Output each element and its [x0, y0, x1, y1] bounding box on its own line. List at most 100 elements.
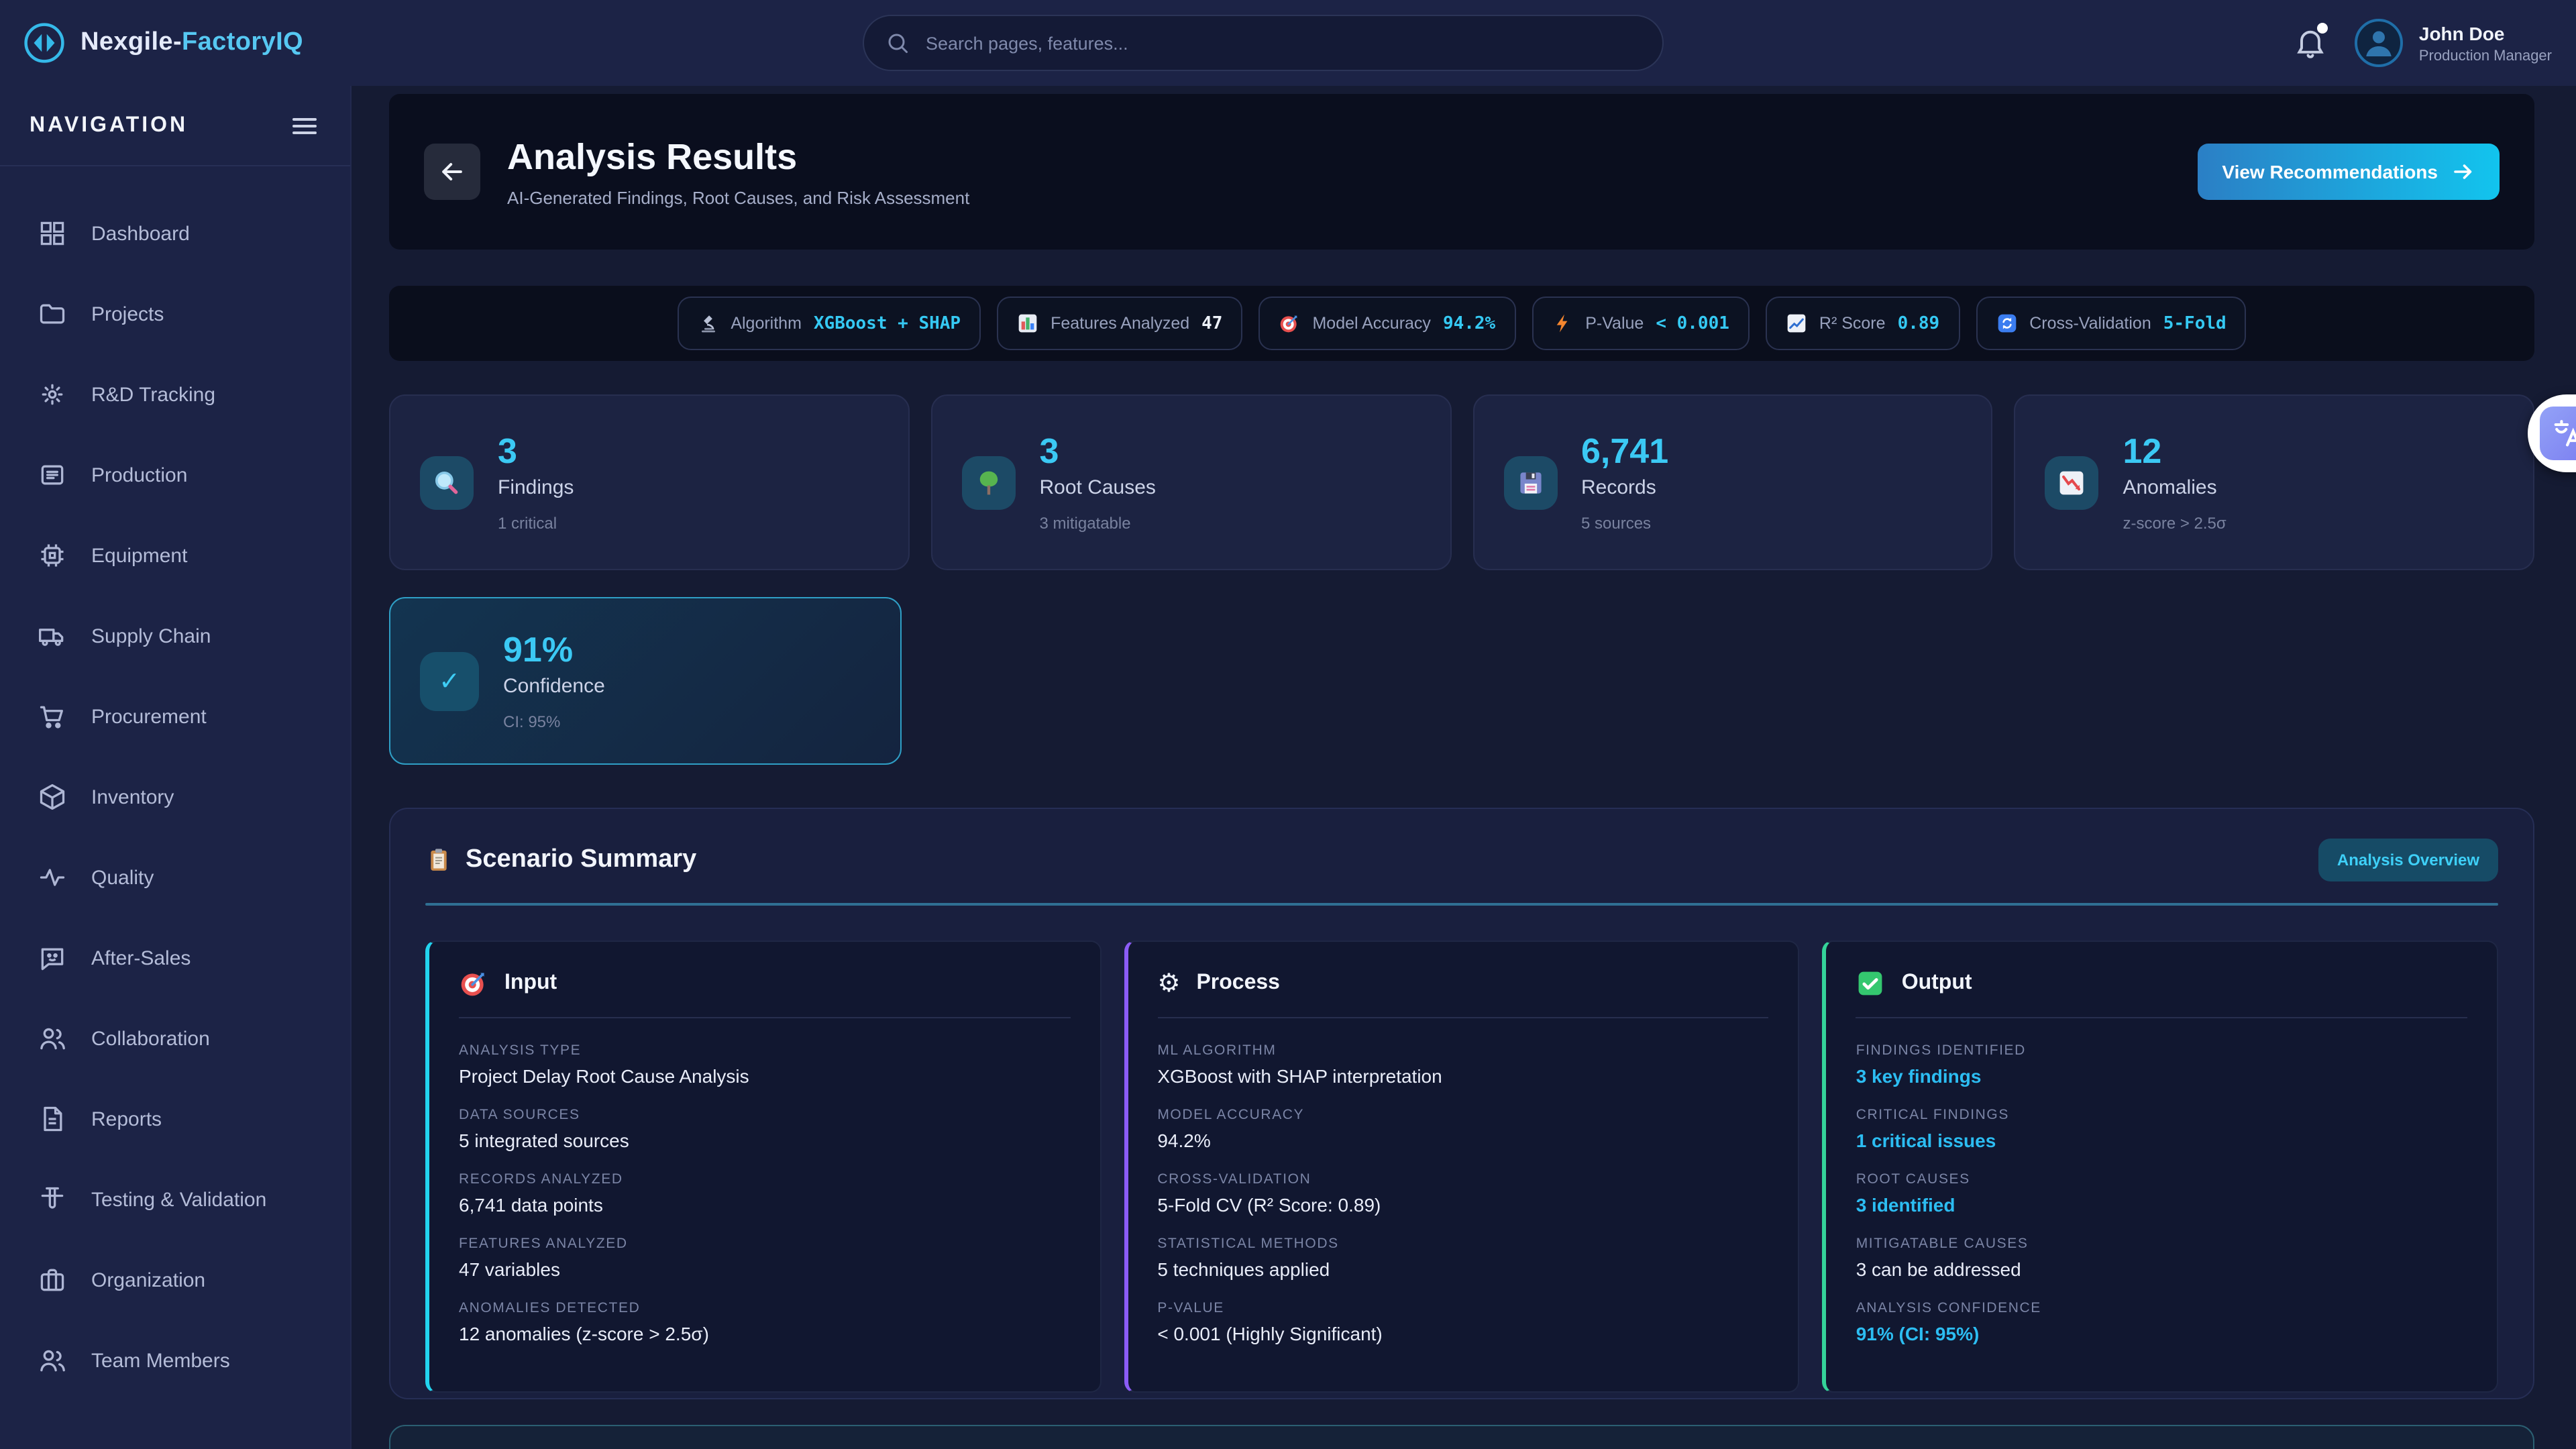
- divider: [1157, 1017, 1768, 1018]
- chip-label: Algorithm: [731, 314, 802, 333]
- sidebar-item-collaboration[interactable]: Collaboration: [0, 998, 350, 1079]
- brand-logo[interactable]: Nexgile-FactoryIQ: [0, 20, 598, 66]
- user-role: Production Manager: [2419, 48, 2552, 64]
- sidebar-item-procurement[interactable]: Procurement: [0, 676, 350, 757]
- scenario-title: Scenario Summary: [466, 845, 696, 875]
- field-value: 3 identified: [1856, 1194, 2467, 1216]
- chart-up-icon: [1786, 313, 1807, 334]
- bar-chart-icon: [1017, 313, 1038, 334]
- field-label: ANALYSIS TYPE: [459, 1042, 1070, 1059]
- chip-value: < 0.001: [1656, 313, 1729, 333]
- sidebar-item-label: R&D Tracking: [91, 383, 215, 406]
- page-title: Analysis Results: [507, 136, 969, 178]
- findings-card[interactable]: 3 Findings 1 critical: [389, 394, 910, 570]
- anomalies-card[interactable]: 12 Anomalies z-score > 2.5σ: [2015, 394, 2535, 570]
- test-tube-icon: [38, 1185, 67, 1214]
- stat-label: Anomalies: [2123, 476, 2226, 498]
- field-value: 12 anomalies (z-score > 2.5σ): [459, 1323, 1070, 1344]
- field-label: RECORDS ANALYZED: [459, 1171, 1070, 1187]
- sidebar-item-label: Procurement: [91, 705, 207, 728]
- sidebar-item-dashboard[interactable]: Dashboard: [0, 193, 350, 274]
- sidebar-item-label: Projects: [91, 303, 164, 325]
- stat-sub: CI: 95%: [503, 712, 605, 731]
- sidebar-item-label: Reports: [91, 1108, 162, 1130]
- spark-icon: [38, 380, 67, 409]
- stat-label: Root Causes: [1040, 476, 1156, 498]
- field-label: STATISTICAL METHODS: [1157, 1236, 1768, 1252]
- user-name: John Doe: [2419, 22, 2552, 44]
- search-input[interactable]: [923, 32, 1641, 54]
- stat-value: 3: [498, 433, 574, 468]
- global-search[interactable]: [863, 15, 1664, 71]
- field-label: FINDINGS IDENTIFIED: [1856, 1042, 2467, 1059]
- back-button[interactable]: [424, 144, 480, 200]
- dashboard-icon: [38, 219, 67, 248]
- activity-icon: [38, 863, 67, 892]
- stat-sub: 1 critical: [498, 513, 574, 532]
- users-icon: [38, 1024, 67, 1053]
- sidebar-item-rd-tracking[interactable]: R&D Tracking: [0, 354, 350, 435]
- sidebar-item-label: Inventory: [91, 786, 174, 808]
- sidebar-item-supply-chain[interactable]: Supply Chain: [0, 596, 350, 676]
- field-value: 5-Fold CV (R² Score: 0.89): [1157, 1194, 1768, 1216]
- scenario-summary-card: Scenario Summary Analysis Overview Input…: [389, 808, 2534, 1399]
- sidebar-item-label: Team Members: [91, 1349, 230, 1372]
- hamburger-menu-icon[interactable]: [288, 109, 321, 142]
- field-label: P-VALUE: [1157, 1300, 1768, 1316]
- sidebar-item-production[interactable]: Production: [0, 435, 350, 515]
- model-stats-bar: Algorithm XGBoost + SHAP Features Analyz…: [389, 286, 2534, 361]
- notification-badge: [2317, 23, 2328, 34]
- avatar: [2355, 19, 2403, 67]
- sidebar-item-label: Production: [91, 464, 187, 486]
- stat-sub: 5 sources: [1581, 513, 1668, 532]
- arrow-right-icon: [2451, 160, 2475, 184]
- field-value: 6,741 data points: [459, 1194, 1070, 1216]
- tree-icon: [962, 455, 1016, 509]
- root-causes-card[interactable]: 3 Root Causes 3 mitigatable: [931, 394, 1452, 570]
- divider: [1856, 1017, 2467, 1018]
- field-value: 3 can be addressed: [1856, 1258, 2467, 1280]
- view-recommendations-button[interactable]: View Recommendations: [2198, 144, 2500, 200]
- chip-features: Features Analyzed 47: [997, 297, 1242, 350]
- sidebar-item-reports[interactable]: Reports: [0, 1079, 350, 1159]
- records-card[interactable]: 6,741 Records 5 sources: [1472, 394, 1993, 570]
- sidebar-item-organization[interactable]: Organization: [0, 1240, 350, 1320]
- field-label: ROOT CAUSES: [1856, 1171, 2467, 1187]
- sidebar-item-inventory[interactable]: Inventory: [0, 757, 350, 837]
- stat-label: Confidence: [503, 674, 605, 697]
- chip-accuracy: Model Accuracy 94.2%: [1258, 297, 1515, 350]
- analysis-overview-badge[interactable]: Analysis Overview: [2318, 839, 2498, 881]
- stat-cards-row: 3 Findings 1 critical 3 Root Causes 3 mi…: [389, 394, 2534, 570]
- sidebar-item-after-sales[interactable]: After-Sales: [0, 918, 350, 998]
- chip-value: 0.89: [1898, 313, 1940, 333]
- sidebar-item-label: Collaboration: [91, 1027, 210, 1050]
- column-title: Process: [1196, 971, 1280, 996]
- page-subtitle: AI-Generated Findings, Root Causes, and …: [507, 187, 969, 207]
- user-menu[interactable]: John Doe Production Manager: [2355, 19, 2552, 67]
- target-icon: [1279, 313, 1300, 334]
- next-section-card: [389, 1425, 2534, 1449]
- chip-value: 47: [1201, 313, 1222, 333]
- sidebar-item-team-members[interactable]: Team Members: [0, 1320, 350, 1401]
- field-value: 47 variables: [459, 1258, 1070, 1280]
- sidebar-item-testing-validation[interactable]: Testing & Validation: [0, 1159, 350, 1240]
- sidebar-item-quality[interactable]: Quality: [0, 837, 350, 918]
- field-label: MITIGATABLE CAUSES: [1856, 1236, 2467, 1252]
- sidebar-item-projects[interactable]: Projects: [0, 274, 350, 354]
- gear-icon: ⚙: [1157, 969, 1180, 998]
- chart-down-icon: [2045, 455, 2099, 509]
- checkmark-icon: ✓: [420, 651, 479, 710]
- chip-label: P-Value: [1585, 314, 1644, 333]
- microscope-icon: [697, 313, 718, 334]
- field-value: XGBoost with SHAP interpretation: [1157, 1065, 1768, 1087]
- field-value: < 0.001 (Highly Significant): [1157, 1323, 1768, 1344]
- sidebar-item-label: After-Sales: [91, 947, 191, 969]
- chip-label: Cross-Validation: [2029, 314, 2151, 333]
- confidence-card[interactable]: ✓ 91% Confidence CI: 95%: [389, 597, 902, 765]
- input-column: Input ANALYSIS TYPE Project Delay Root C…: [425, 941, 1101, 1393]
- notifications-button[interactable]: [2293, 25, 2328, 60]
- field-label: DATA SOURCES: [459, 1107, 1070, 1123]
- sidebar-item-label: Quality: [91, 866, 154, 889]
- app-window: Nexgile-FactoryIQ: [0, 0, 2576, 1449]
- sidebar-item-equipment[interactable]: Equipment: [0, 515, 350, 596]
